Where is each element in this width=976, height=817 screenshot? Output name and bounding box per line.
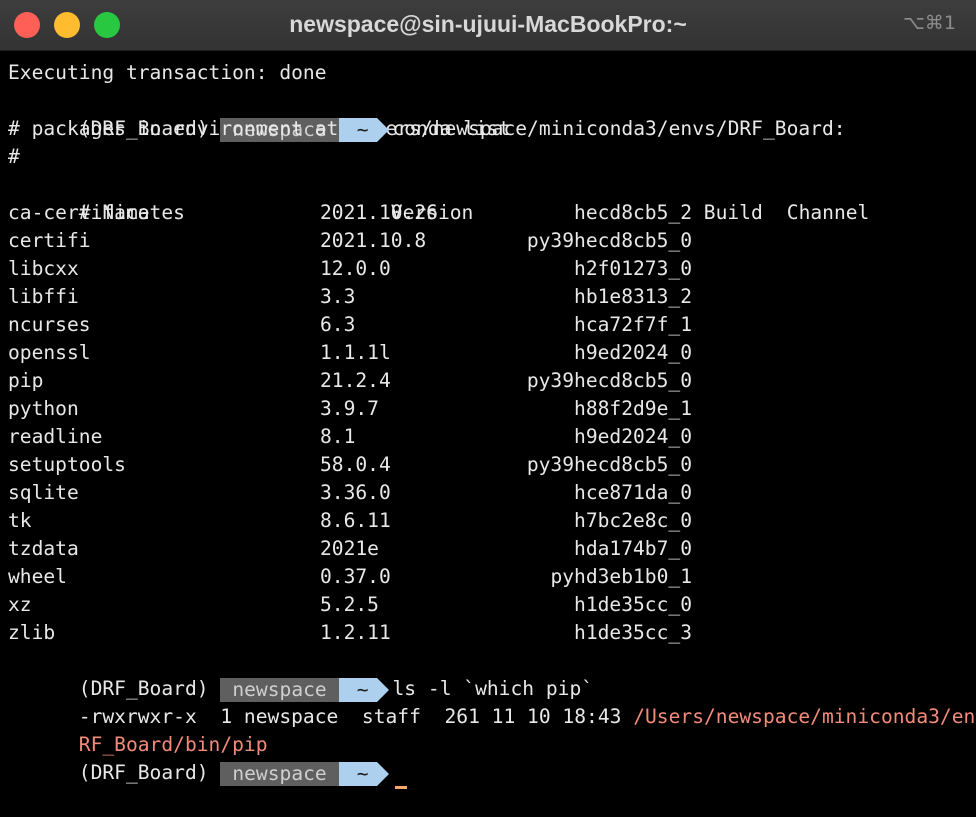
table-row: certifi 2021.10.8 py39hecd8cb5_0 bbox=[8, 227, 976, 255]
package-name: certifi bbox=[8, 229, 91, 252]
table-row: python 3.9.7 h88f2d9e_1 bbox=[8, 395, 976, 423]
window-title: newspace@sin-ujuui-MacBookPro:~ bbox=[289, 11, 687, 37]
package-version: 2021e bbox=[320, 537, 379, 560]
prompt-line: (DRF_Board) newspace ~ conda list bbox=[8, 87, 976, 142]
package-build: h9ed2024_0 bbox=[574, 341, 692, 364]
package-build: h9ed2024_0 bbox=[574, 425, 692, 448]
table-row: ncurses 6.3 hca72f7f_1 bbox=[8, 311, 976, 339]
prompt-dir-segment: ~ bbox=[338, 761, 389, 786]
package-version: 3.9.7 bbox=[320, 397, 379, 420]
package-name: python bbox=[8, 397, 79, 420]
command-text: ls -l `which pip` bbox=[392, 677, 594, 700]
package-version: 8.6.11 bbox=[320, 509, 391, 532]
file-path-continued: RF_Board/bin/pip bbox=[78, 733, 268, 756]
output-line: # packages in environment at /Users/news… bbox=[8, 117, 846, 140]
table-row: setuptools 58.0.4 py39hecd8cb5_0 bbox=[8, 451, 976, 479]
package-name: ca-certificates bbox=[8, 201, 185, 224]
package-name: xz bbox=[8, 593, 32, 616]
prompt-dir-segment: ~ bbox=[338, 677, 389, 702]
package-build: py39hecd8cb5_0 bbox=[526, 369, 692, 392]
package-name: readline bbox=[8, 425, 103, 448]
package-list: ca-certificates 2021.10.26 hecd8cb5_2certi… bbox=[8, 199, 976, 647]
conda-env-label: (DRF_Board) bbox=[78, 761, 209, 784]
table-row: libffi 3.3 hb1e8313_2 bbox=[8, 283, 976, 311]
package-version: 58.0.4 bbox=[320, 453, 391, 476]
window-shortcut-label: ⌥⌘1 bbox=[903, 12, 956, 34]
prompt-user-segment: newspace bbox=[220, 677, 339, 702]
package-name: wheel bbox=[8, 565, 67, 588]
package-build: py39hecd8cb5_0 bbox=[526, 229, 692, 252]
package-build: h7bc2e8c_0 bbox=[574, 509, 692, 532]
output-line: Executing transaction: done bbox=[8, 61, 327, 84]
package-version: 1.1.1l bbox=[320, 341, 391, 364]
output-line: # bbox=[8, 145, 20, 168]
terminal-content[interactable]: Executing transaction: done (DRF_Board) … bbox=[0, 51, 976, 789]
package-name: libffi bbox=[8, 285, 79, 308]
table-header: # Name Version Build Channel bbox=[8, 171, 976, 224]
prompt-dir-segment: ~ bbox=[338, 117, 389, 142]
table-row: zlib 1.2.11 h1de35cc_3 bbox=[8, 619, 976, 647]
package-build: h1de35cc_0 bbox=[574, 593, 692, 616]
table-row: tzdata 2021e hda174b7_0 bbox=[8, 535, 976, 563]
table-row: libcxx 12.0.0 h2f01273_0 bbox=[8, 255, 976, 283]
package-name: tk bbox=[8, 509, 32, 532]
table-row: readline 8.1 h9ed2024_0 bbox=[8, 423, 976, 451]
package-version: 6.3 bbox=[320, 313, 356, 336]
package-build: pyhd3eb1b0_1 bbox=[550, 565, 692, 588]
table-row: tk 8.6.11 h7bc2e8c_0 bbox=[8, 507, 976, 535]
package-build: h88f2d9e_1 bbox=[574, 397, 692, 420]
table-row: xz 5.2.5 h1de35cc_0 bbox=[8, 591, 976, 619]
package-name: sqlite bbox=[8, 481, 79, 504]
column-header-channel: Channel bbox=[786, 201, 870, 224]
package-version: 12.0.0 bbox=[320, 257, 391, 280]
title-bar[interactable]: newspace@sin-ujuui-MacBookPro:~ ⌥⌘1 bbox=[0, 0, 976, 51]
table-row: sqlite 3.36.0 hce871da_0 bbox=[8, 479, 976, 507]
package-version: 21.2.4 bbox=[320, 369, 391, 392]
package-build: hecd8cb5_2 bbox=[574, 201, 692, 224]
package-version: 1.2.11 bbox=[320, 621, 391, 644]
table-row: pip 21.2.4 py39hecd8cb5_0 bbox=[8, 367, 976, 395]
package-name: tzdata bbox=[8, 537, 79, 560]
package-name: setuptools bbox=[8, 453, 126, 476]
package-version: 2021.10.8 bbox=[320, 229, 427, 252]
package-version: 3.36.0 bbox=[320, 481, 391, 504]
text-cursor[interactable] bbox=[394, 786, 407, 789]
package-name: ncurses bbox=[8, 313, 91, 336]
package-build: py39hecd8cb5_0 bbox=[526, 453, 692, 476]
package-build: hda174b7_0 bbox=[574, 537, 692, 560]
package-version: 5.2.5 bbox=[320, 593, 379, 616]
terminal-window: newspace@sin-ujuui-MacBookPro:~ ⌥⌘1 Exec… bbox=[0, 0, 976, 789]
table-row: openssl 1.1.1l h9ed2024_0 bbox=[8, 339, 976, 367]
file-path: /Users/newspace/miniconda3/envs/D bbox=[633, 705, 976, 728]
conda-env-label: (DRF_Board) bbox=[78, 677, 209, 700]
prompt-user-segment: newspace bbox=[220, 761, 339, 786]
package-build: h1de35cc_3 bbox=[574, 621, 692, 644]
package-build: h2f01273_0 bbox=[574, 257, 692, 280]
package-name: openssl bbox=[8, 341, 91, 364]
package-version: 8.1 bbox=[320, 425, 356, 448]
package-version: 0.37.0 bbox=[320, 565, 391, 588]
package-name: pip bbox=[8, 369, 44, 392]
package-name: zlib bbox=[8, 621, 56, 644]
package-name: libcxx bbox=[8, 257, 79, 280]
package-version: 2021.10.26 bbox=[320, 201, 438, 224]
table-row: wheel 0.37.0 pyhd3eb1b0_1 bbox=[8, 563, 976, 591]
package-version: 3.3 bbox=[320, 285, 356, 308]
file-info: -rwxrwxr-x 1 newspace staff 261 11 10 18… bbox=[78, 705, 634, 728]
package-build: hce871da_0 bbox=[574, 481, 692, 504]
prompt-line: (DRF_Board) newspace ~ ls -l `which pip` bbox=[8, 647, 976, 702]
package-build: hca72f7f_1 bbox=[574, 313, 692, 336]
package-build: hb1e8313_2 bbox=[574, 285, 692, 308]
